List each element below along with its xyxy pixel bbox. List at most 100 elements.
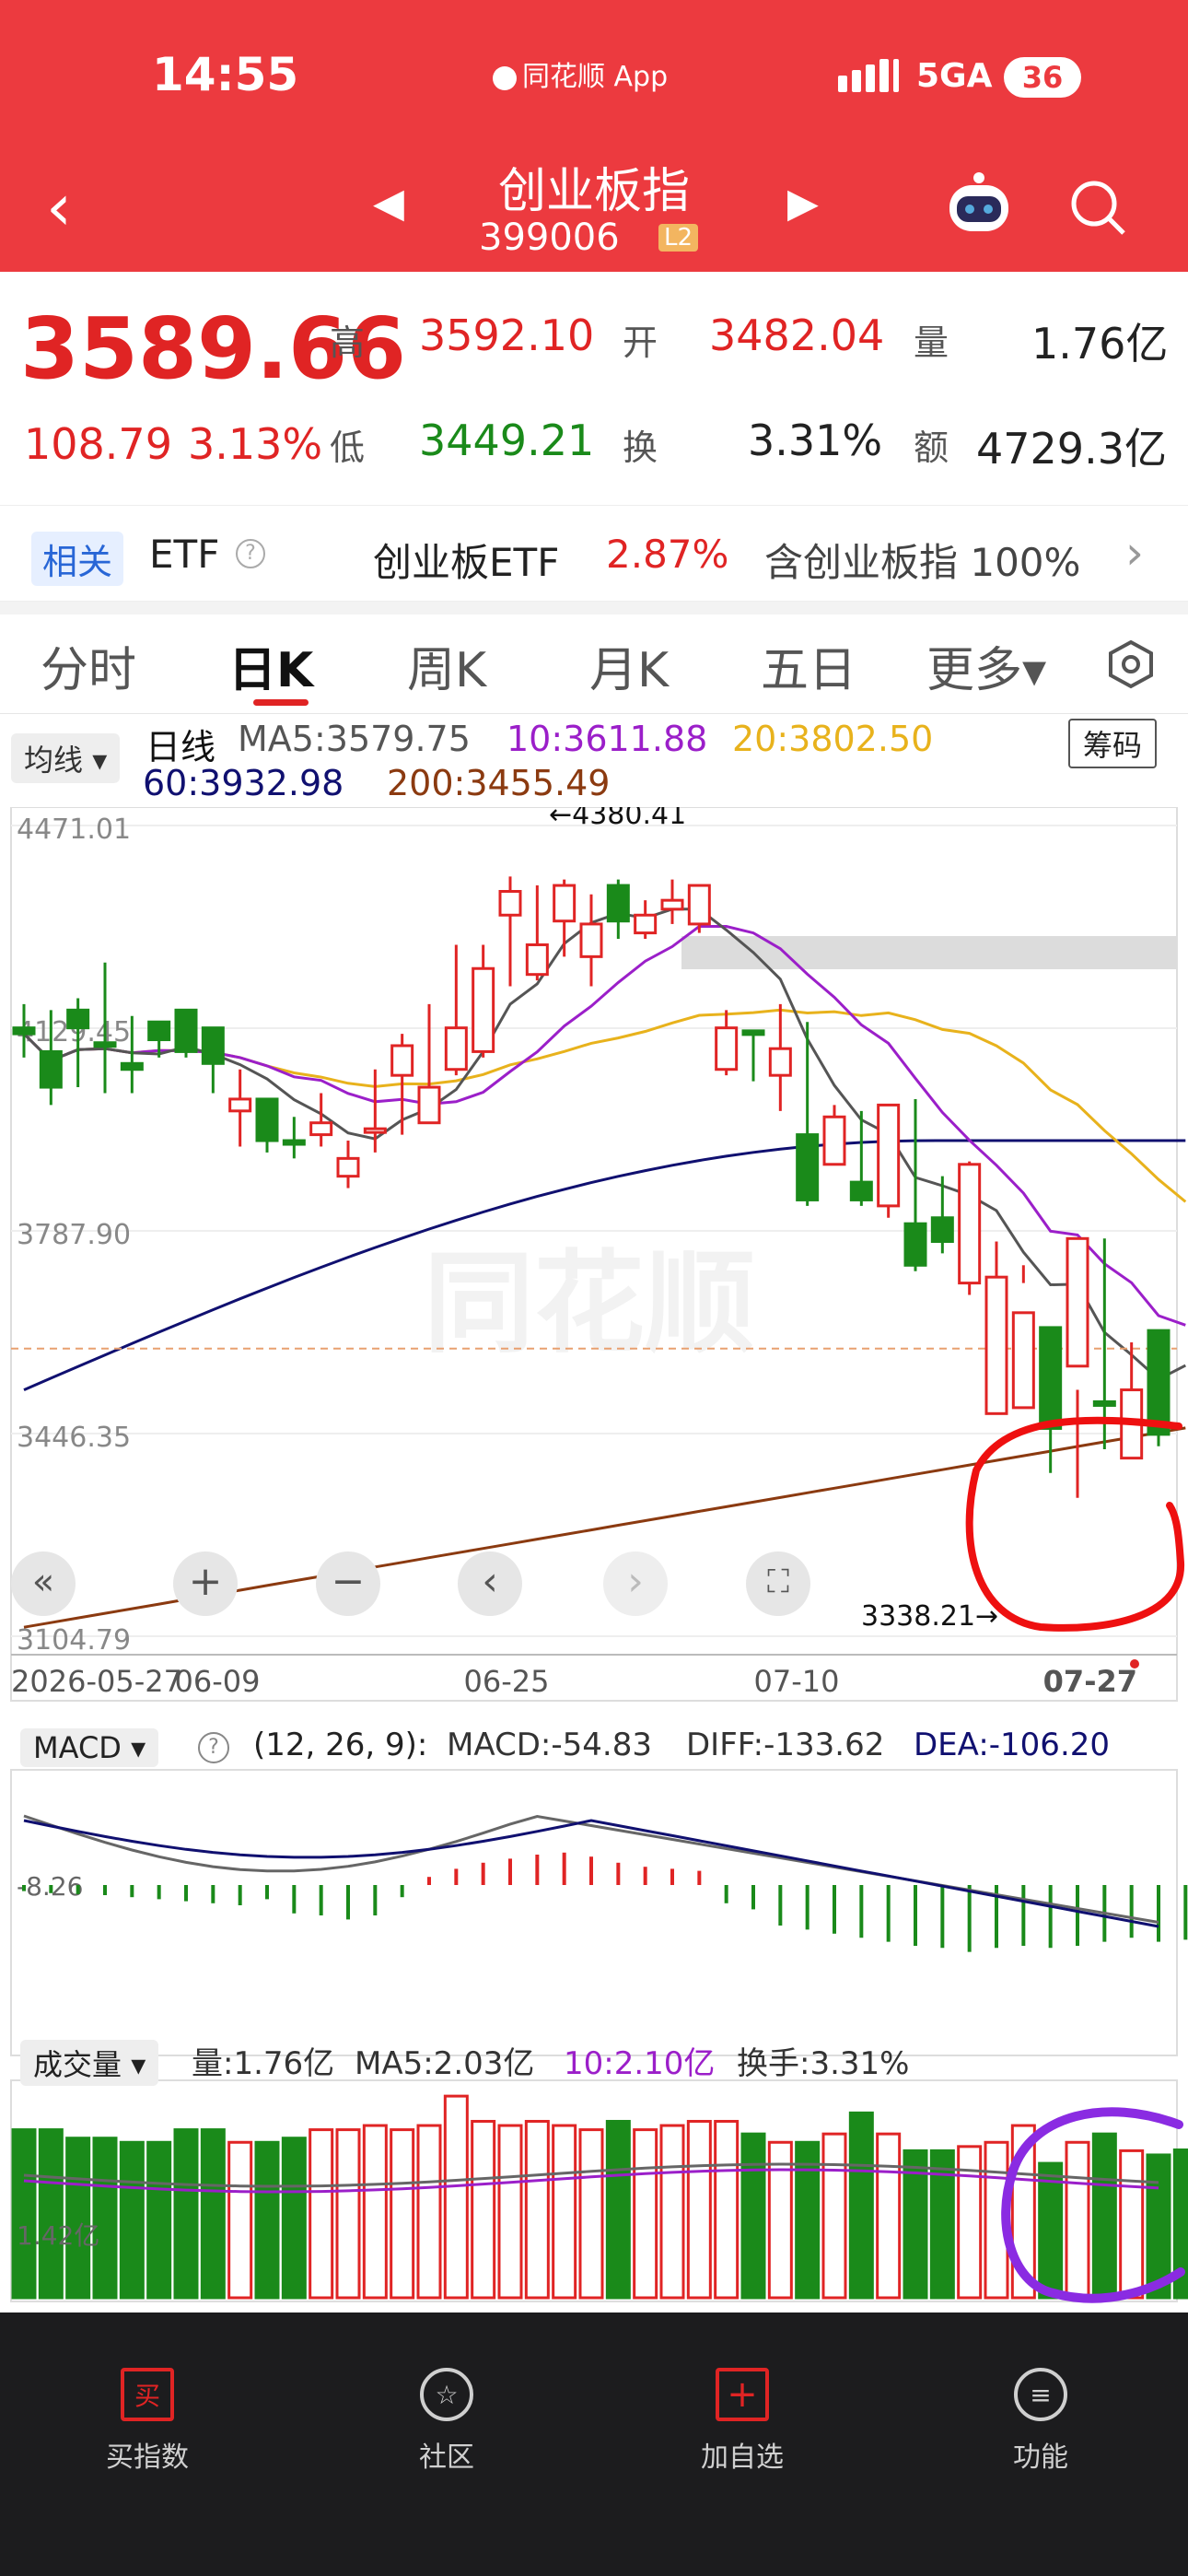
nav-buy-index[interactable]: 买 买指数	[64, 2368, 230, 2475]
chip-button[interactable]: 筹码	[1068, 719, 1158, 768]
zoom-out-icon[interactable]: −	[316, 1551, 380, 1616]
candle-body	[201, 1026, 225, 1065]
ma20-value: 20:3802.50	[732, 719, 934, 759]
low-value: 3449.21	[419, 416, 595, 465]
candle-body	[553, 884, 577, 923]
nav-functions[interactable]: ≡ 功能	[958, 2368, 1124, 2475]
volume-bar	[659, 2124, 685, 2300]
etf-contains: 含创业板指 100%	[764, 540, 1081, 585]
volume-bar	[767, 2140, 793, 2300]
related-etf-bar[interactable]: 相关 ETF ? 创业板ETF 2.87% 含创业板指 100% ›	[0, 505, 1188, 602]
candle-body	[147, 1020, 171, 1042]
open-label: 开	[623, 322, 658, 363]
turnover-value: 3.31%	[748, 416, 883, 465]
candle-body	[282, 1139, 306, 1146]
nav-community[interactable]: ☆ 社区	[364, 2368, 530, 2475]
volume-bar	[1038, 2161, 1064, 2300]
candle-body	[660, 898, 684, 911]
price-tick-label: 4471.01	[17, 814, 131, 846]
level2-badge: L2	[658, 224, 699, 252]
volume-bar	[38, 2128, 64, 2300]
volume-bar	[876, 2132, 902, 2300]
vol-ma5: MA5:2.03亿	[355, 2045, 535, 2082]
macd-panel-frame	[10, 1769, 1178, 2056]
candle-body	[822, 1115, 846, 1166]
high-annotation: ←4380.41	[549, 807, 686, 831]
volume-bar	[146, 2140, 172, 2300]
candle-body	[336, 1156, 360, 1178]
candle-body	[1011, 1311, 1035, 1410]
tab-more[interactable]: 更多▾	[926, 631, 1046, 700]
volume-bar	[848, 2111, 874, 2300]
tab-weekly-k[interactable]: 周K	[407, 631, 486, 700]
back-icon[interactable]: ‹	[46, 175, 72, 240]
active-tab-indicator	[253, 699, 309, 706]
scroll-right-icon[interactable]: ›	[603, 1551, 668, 1616]
index-code: 399006	[479, 217, 620, 259]
candle-body	[958, 1163, 982, 1285]
etf-name: 创业板ETF	[373, 540, 560, 585]
scroll-left-icon[interactable]: ‹	[458, 1551, 522, 1616]
etf-pct: 2.87%	[606, 532, 729, 577]
volume-bar	[740, 2132, 766, 2300]
candle-body	[363, 1127, 387, 1134]
nav-label: 买指数	[106, 2441, 189, 2474]
fullscreen-icon[interactable]: ⛶	[746, 1551, 810, 1616]
volume-bar	[821, 2132, 847, 2300]
candle-body	[417, 1085, 441, 1125]
nav-label: 加自选	[701, 2441, 784, 2474]
macd-select[interactable]: MACD ▾	[20, 1728, 159, 1767]
tab-intraday[interactable]: 分时	[41, 631, 136, 700]
robot-assistant-icon[interactable]	[944, 170, 1014, 239]
ma200-value: 200:3455.49	[387, 763, 611, 803]
tab-daily-k[interactable]: 日K	[228, 631, 313, 700]
menu-icon: ≡	[1014, 2368, 1067, 2421]
candle-body	[877, 1103, 901, 1208]
prev-arrow-icon[interactable]: ◀	[373, 180, 404, 227]
volume-bar	[92, 2137, 118, 2300]
volume-axis-label: 1.42亿	[17, 2220, 99, 2251]
chevron-right-icon[interactable]: ›	[1125, 526, 1144, 580]
volume-bar	[362, 2124, 388, 2300]
tab-monthly-k[interactable]: 月K	[589, 631, 669, 700]
indicator-select[interactable]: 均线 ▾	[11, 733, 121, 783]
open-value: 3482.04	[709, 310, 885, 360]
kline-chart[interactable]: 4471.014129.453787.903446.353104.79同花顺←4…	[0, 807, 1188, 2313]
candle-body	[606, 884, 630, 923]
status-app-label: 同花顺 App	[493, 53, 668, 94]
settings-hexagon-icon[interactable]	[1105, 638, 1157, 694]
bottom-nav: 买 买指数 ☆ 社区 + 加自选 ≡ 功能	[0, 2313, 1188, 2576]
zoom-in-icon[interactable]: +	[173, 1551, 238, 1616]
search-icon[interactable]	[1068, 178, 1127, 240]
volume-bar	[578, 2128, 604, 2300]
battery-icon: 36	[1004, 57, 1081, 98]
volume-bar	[497, 2124, 523, 2300]
price-tick-label: 3446.35	[17, 1422, 131, 1454]
candle-body	[741, 1029, 765, 1036]
volume-bar	[443, 2094, 469, 2300]
etf-label: ETF	[149, 532, 220, 577]
next-arrow-icon[interactable]: ▶	[787, 180, 819, 227]
ma20-line	[22, 1008, 1187, 1203]
volume-bar	[11, 2128, 37, 2300]
scroll-start-icon[interactable]: «	[11, 1551, 76, 1616]
candle-body	[849, 1180, 873, 1201]
volume-bar	[552, 2124, 577, 2300]
dea-value: DEA:-106.20	[914, 1727, 1111, 1763]
ma10-value: 10:3611.88	[507, 719, 708, 759]
nav-add-favorite[interactable]: + 加自选	[659, 2368, 825, 2475]
vol-turnover: 换手:3.31%	[737, 2045, 910, 2082]
macd-help-icon[interactable]: ?	[198, 1732, 229, 1763]
candle-body	[472, 966, 495, 1053]
nav-label: 社区	[419, 2441, 474, 2474]
candle-body	[12, 1026, 36, 1036]
candle-body	[1147, 1329, 1171, 1436]
volume-select[interactable]: 成交量 ▾	[20, 2040, 159, 2086]
turnover-label: 换	[623, 427, 658, 468]
signal-icon	[838, 57, 903, 98]
diff-value: DIFF:-133.62	[686, 1727, 885, 1763]
help-icon[interactable]: ?	[236, 539, 265, 568]
volume-bar	[335, 2128, 361, 2300]
date-tick-label: 07-27	[1043, 1664, 1137, 1699]
tab-five-day[interactable]: 五日	[761, 631, 856, 700]
